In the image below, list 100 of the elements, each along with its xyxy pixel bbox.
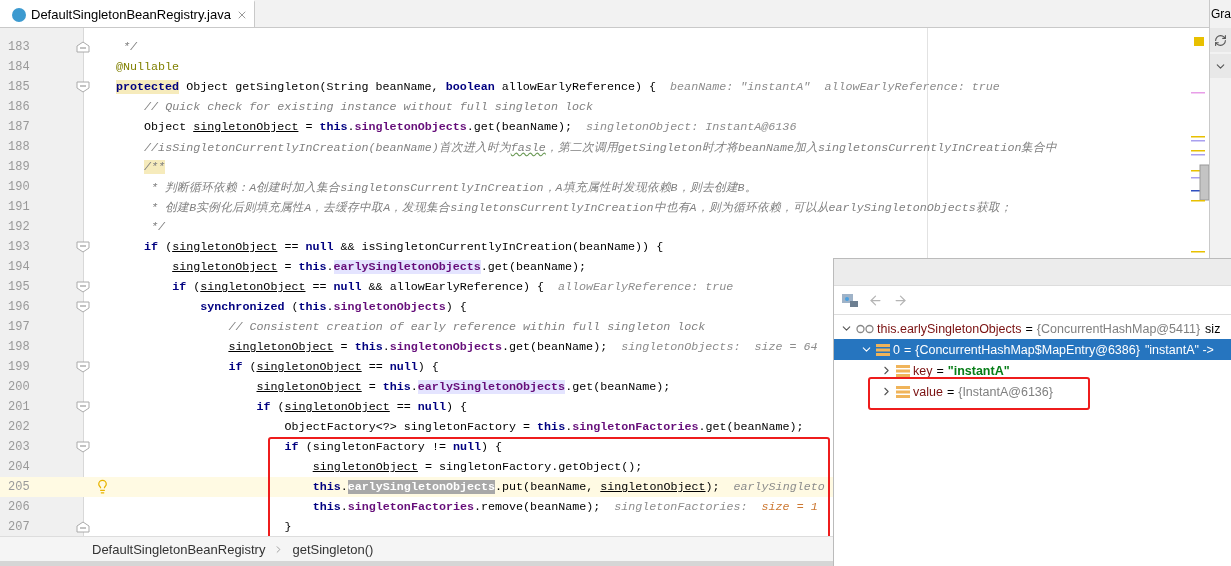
- fold-marker-icon[interactable]: [76, 301, 90, 313]
- frame-icon[interactable]: [842, 293, 858, 307]
- line-number: 185: [7, 80, 31, 94]
- line-number: 184: [7, 60, 31, 74]
- code-text: * 判断循环依赖：A创建时加入集合singletonsCurrentlyInCreation，A填充属性时发现依赖B，则去创建B。: [150, 179, 757, 195]
- fold-marker-icon[interactable]: [76, 521, 90, 533]
- breadcrumb[interactable]: getSingleton(): [292, 541, 374, 557]
- breadcrumb[interactable]: DefaultSingletonBeanRegistry: [92, 541, 266, 557]
- variable-value: {ConcurrentHashMap@5411}: [1036, 321, 1201, 336]
- line-number: 207: [7, 520, 31, 534]
- file-tab[interactable]: DefaultSingletonBeanRegistry.java: [0, 0, 255, 27]
- forward-icon[interactable]: [893, 292, 908, 308]
- code-text: if (singletonFactory != null) {: [284, 440, 503, 454]
- line-number: 192: [7, 220, 31, 234]
- code-text: if (singletonObject == null && isSingletonCurrentlyInCreation(beanName)) {: [144, 240, 664, 254]
- code-text: */: [122, 40, 138, 54]
- line-number: 203: [7, 440, 31, 454]
- inline-value-hint: beanName: "instantA" allowEarlyReference: true: [670, 80, 1000, 94]
- scrollbar-track[interactable]: [0, 561, 833, 566]
- code-text: this.earlySingletonObjects.put(beanName, singletonObject);: [312, 480, 720, 494]
- line-number: 191: [7, 200, 31, 214]
- class-icon: [12, 7, 26, 22]
- code-text: //isSingletonCurrentlyInCreation(beanName)首次进入时为fasle，第二次调用getSingleton时才将beanName加入singletonsCurrentlyInCreation集合中: [144, 139, 1058, 155]
- code-text: @Nullable: [116, 60, 180, 74]
- variable-row[interactable]: 0 = {ConcurrentHashMap$MapEntry@6386} "instantA" ->: [834, 339, 1231, 360]
- line-number: 188: [7, 140, 31, 154]
- code-text: /**: [144, 160, 166, 174]
- inline-value-hint: singletonObjects: size = 64: [621, 340, 818, 354]
- code-text: singletonObject = this.singletonObjects.get(beanName);: [228, 340, 608, 354]
- code-text: singletonObject = this.earlySingletonObjects.get(beanName);: [172, 260, 587, 274]
- variable-value: {InstantA@6136}: [958, 384, 1053, 399]
- code-text: ObjectFactory<?> singletonFactory = this.singletonFactories.get(beanName);: [284, 420, 804, 434]
- lightbulb-icon[interactable]: [95, 479, 110, 494]
- variable-value: {ConcurrentHashMap$MapEntry@6386}: [915, 342, 1140, 357]
- variable-row[interactable]: key = "instantA": [834, 360, 1231, 381]
- fold-marker-icon[interactable]: [76, 81, 90, 93]
- equals-sign: =: [946, 384, 955, 399]
- tab-title: DefaultSingletonBeanRegistry.java: [31, 7, 231, 22]
- fold-marker-icon[interactable]: [76, 281, 90, 293]
- code-text: */: [150, 220, 166, 234]
- back-icon[interactable]: [868, 292, 883, 308]
- code-text: synchronized (this.singletonObjects) {: [200, 300, 467, 314]
- code-text: this.singletonFactories.remove(beanName);: [312, 500, 601, 514]
- line-number: 195: [7, 280, 31, 294]
- line-number: 204: [7, 460, 31, 474]
- line-number: 199: [7, 360, 31, 374]
- code-text: // Consistent creation of early reference within full singleton lock: [228, 320, 706, 334]
- line-number: 196: [7, 300, 31, 314]
- code-text: * 创建B实例化后则填充属性A，去缓存中取A，发现集合singletonsCurrentlyInCreation中也有A，则为循环依赖，可以从earlySingletonObjects获取；: [150, 199, 1012, 215]
- line-number: 194: [7, 260, 31, 274]
- code-text: }: [284, 520, 292, 534]
- line-number: 197: [7, 320, 31, 334]
- line-number: 186: [7, 100, 31, 114]
- inline-value-hint: singletonFactories: size = 1: [614, 500, 818, 514]
- line-number: 202: [7, 420, 31, 434]
- variable-name: this.earlySingletonObjects: [877, 321, 1022, 336]
- refresh-icon: [1214, 33, 1227, 47]
- glasses-icon: [856, 323, 874, 334]
- code-text: // Quick check for existing instance without full singleton lock: [144, 100, 593, 114]
- line-number: 205: [7, 480, 31, 494]
- line-number: 198: [7, 340, 31, 354]
- equals-sign: =: [1025, 321, 1033, 336]
- code-text: protected Object getSingleton(String beanName, boolean allowEarlyReference) {: [116, 80, 657, 94]
- code-text: singletonObject = singletonFactory.getObject();: [312, 460, 643, 474]
- line-number: 200: [7, 380, 31, 394]
- equals-sign: =: [936, 363, 944, 378]
- stripes-icon: [896, 385, 910, 398]
- fold-marker-icon[interactable]: [76, 41, 90, 53]
- code-text: singletonObject = this.earlySingletonObjects.get(beanName);: [256, 380, 671, 394]
- line-number: 201: [7, 400, 31, 414]
- code-text: if (singletonObject == null) {: [228, 360, 439, 374]
- fold-marker-icon[interactable]: [76, 361, 90, 373]
- variable-name: 0: [893, 342, 900, 357]
- fold-marker-icon[interactable]: [76, 241, 90, 253]
- line-number: 206: [7, 500, 31, 514]
- dropdown-button[interactable]: [1210, 54, 1231, 78]
- inline-value-hint: allowEarlyReference: true: [557, 280, 734, 294]
- variable-name: key: [913, 363, 933, 378]
- line-number: 183: [7, 40, 31, 54]
- variable-row[interactable]: this.earlySingletonObjects = {ConcurrentHashMap@5411} siz: [834, 318, 1231, 339]
- code-text: if (singletonObject == null && allowEarlyReference) {: [172, 280, 544, 294]
- code-text: Object singletonObject = this.singletonObjects.get(beanName);: [144, 120, 572, 134]
- inline-value-hint: singletonObject: InstantA@6136: [586, 120, 797, 134]
- variable-detail: "instantA" ->: [1144, 342, 1214, 357]
- line-number: 193: [7, 240, 31, 254]
- variable-detail: siz: [1205, 321, 1221, 336]
- line-number: 190: [7, 180, 31, 194]
- stripes-icon: [896, 364, 910, 377]
- line-number: 189: [7, 160, 31, 174]
- fold-marker-icon[interactable]: [76, 401, 90, 413]
- inline-value-hint: earlySingleto: [733, 480, 825, 494]
- fold-marker-icon[interactable]: [76, 441, 90, 453]
- refresh-button[interactable]: [1210, 28, 1231, 52]
- stripes-icon: [876, 343, 890, 356]
- variable-value: "instantA": [947, 363, 1010, 378]
- tool-window-title[interactable]: Gra: [1210, 0, 1231, 28]
- variable-name: value: [913, 384, 943, 399]
- variable-row[interactable]: value = {InstantA@6136}: [834, 381, 1231, 402]
- line-number: 187: [7, 120, 31, 134]
- code-text: if (singletonObject == null) {: [256, 400, 467, 414]
